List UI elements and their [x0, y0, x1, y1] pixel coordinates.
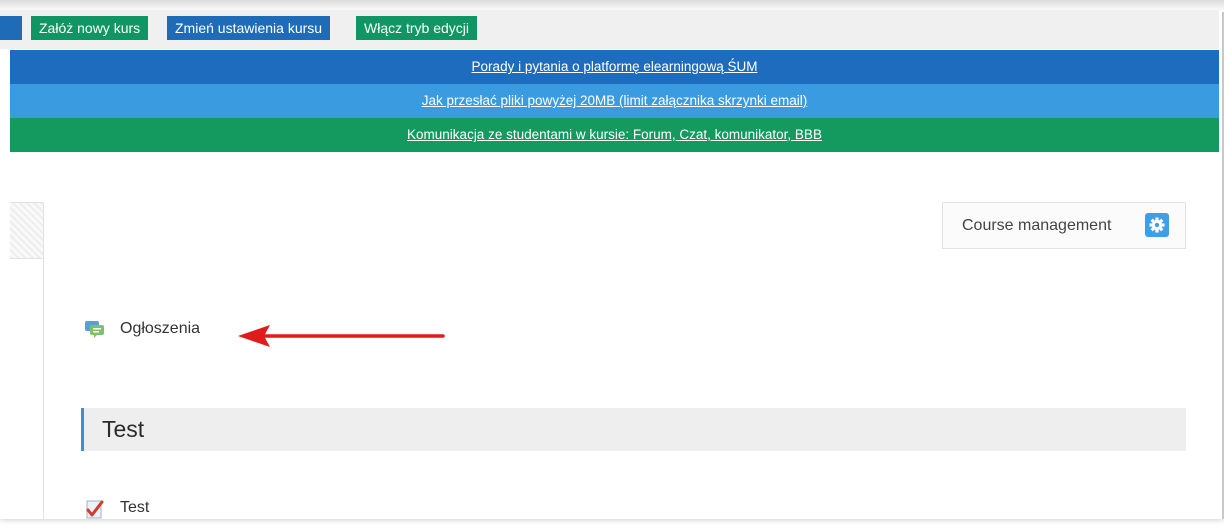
- forum-link[interactable]: Ogłoszenia: [120, 320, 200, 338]
- toolbar-cut-button[interactable]: [0, 16, 22, 40]
- course-management-button[interactable]: Course management: [942, 202, 1186, 249]
- section-title: Test: [102, 416, 145, 442]
- help-link[interactable]: Porady i pytania o platformę elearningow…: [472, 59, 758, 74]
- red-arrow-annotation: [238, 325, 445, 347]
- left-column-header: [10, 202, 43, 259]
- info-band-help: Porady i pytania o platformę elearningow…: [10, 50, 1219, 84]
- info-band-upload: Jak przesłać pliki powyżej 20MB (limit z…: [10, 84, 1219, 118]
- upload-link[interactable]: Jak przesłać pliki powyżej 20MB (limit z…: [422, 93, 808, 108]
- edit-mode-button[interactable]: Włącz tryb edycji: [356, 16, 478, 40]
- course-management-label: Course management: [962, 217, 1112, 234]
- course-settings-button[interactable]: Zmień ustawienia kursu: [167, 16, 331, 40]
- communication-link[interactable]: Komunikacja ze studentami w kursie: Foru…: [407, 127, 822, 142]
- new-course-button[interactable]: Załóż nowy kurs: [31, 16, 149, 40]
- gear-icon[interactable]: [1145, 213, 1169, 237]
- section-header: Test: [81, 408, 1186, 451]
- quiz-link[interactable]: Test: [120, 499, 149, 517]
- info-band-communication: Komunikacja ze studentami w kursie: Foru…: [10, 118, 1219, 152]
- left-column: [10, 202, 44, 519]
- forum-icon: [84, 320, 106, 340]
- quiz-icon: [84, 499, 106, 519]
